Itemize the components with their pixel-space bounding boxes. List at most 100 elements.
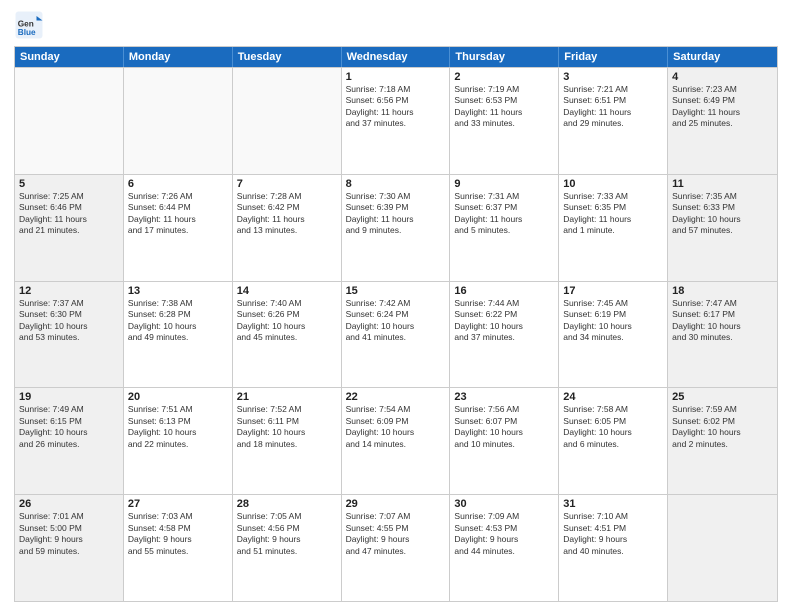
calendar-header-row: SundayMondayTuesdayWednesdayThursdayFrid…	[15, 47, 777, 67]
cal-cell: 11Sunrise: 7:35 AMSunset: 6:33 PMDayligh…	[668, 175, 777, 281]
cal-cell: 14Sunrise: 7:40 AMSunset: 6:26 PMDayligh…	[233, 282, 342, 388]
cell-line: Daylight: 10 hours	[128, 427, 228, 438]
cell-line: Sunset: 6:15 PM	[19, 416, 119, 427]
day-number: 26	[19, 498, 119, 510]
cal-cell	[124, 68, 233, 174]
cal-cell: 25Sunrise: 7:59 AMSunset: 6:02 PMDayligh…	[668, 388, 777, 494]
cell-line: Daylight: 9 hours	[128, 534, 228, 545]
cal-cell: 10Sunrise: 7:33 AMSunset: 6:35 PMDayligh…	[559, 175, 668, 281]
cell-line: Daylight: 10 hours	[346, 427, 446, 438]
cell-line: Sunset: 6:56 PM	[346, 95, 446, 106]
day-number: 4	[672, 71, 773, 83]
logo-icon: Gen Blue	[14, 10, 44, 40]
cell-line: Daylight: 11 hours	[563, 214, 663, 225]
cell-line: and 2 minutes.	[672, 439, 773, 450]
day-number: 15	[346, 285, 446, 297]
cell-line: and 40 minutes.	[563, 546, 663, 557]
day-number: 18	[672, 285, 773, 297]
day-number: 28	[237, 498, 337, 510]
cell-line: and 14 minutes.	[346, 439, 446, 450]
cell-line: Sunset: 6:42 PM	[237, 202, 337, 213]
day-number: 12	[19, 285, 119, 297]
cell-line: Sunrise: 7:51 AM	[128, 404, 228, 415]
cal-cell: 20Sunrise: 7:51 AMSunset: 6:13 PMDayligh…	[124, 388, 233, 494]
cal-header-tuesday: Tuesday	[233, 47, 342, 67]
cal-cell: 27Sunrise: 7:03 AMSunset: 4:58 PMDayligh…	[124, 495, 233, 601]
cell-line: and 34 minutes.	[563, 332, 663, 343]
cell-line: Sunrise: 7:09 AM	[454, 511, 554, 522]
cell-line: Sunrise: 7:07 AM	[346, 511, 446, 522]
cell-line: and 33 minutes.	[454, 118, 554, 129]
cell-line: Sunset: 4:58 PM	[128, 523, 228, 534]
cal-cell: 2Sunrise: 7:19 AMSunset: 6:53 PMDaylight…	[450, 68, 559, 174]
cell-line: Daylight: 11 hours	[672, 107, 773, 118]
cell-line: Sunrise: 7:54 AM	[346, 404, 446, 415]
cell-line: Daylight: 10 hours	[563, 427, 663, 438]
cell-line: Sunrise: 7:10 AM	[563, 511, 663, 522]
cell-line: and 55 minutes.	[128, 546, 228, 557]
cell-line: Sunset: 6:02 PM	[672, 416, 773, 427]
cell-line: Sunset: 6:05 PM	[563, 416, 663, 427]
cell-line: Daylight: 9 hours	[19, 534, 119, 545]
cell-line: and 51 minutes.	[237, 546, 337, 557]
cal-cell: 18Sunrise: 7:47 AMSunset: 6:17 PMDayligh…	[668, 282, 777, 388]
cell-line: Daylight: 9 hours	[563, 534, 663, 545]
cell-line: Daylight: 10 hours	[346, 321, 446, 332]
cal-cell: 24Sunrise: 7:58 AMSunset: 6:05 PMDayligh…	[559, 388, 668, 494]
day-number: 17	[563, 285, 663, 297]
cell-line: Sunset: 6:19 PM	[563, 309, 663, 320]
cell-line: Sunset: 6:37 PM	[454, 202, 554, 213]
cell-line: Daylight: 10 hours	[563, 321, 663, 332]
cell-line: and 9 minutes.	[346, 225, 446, 236]
cal-header-thursday: Thursday	[450, 47, 559, 67]
cell-line: Sunset: 4:51 PM	[563, 523, 663, 534]
cell-line: Daylight: 11 hours	[237, 214, 337, 225]
cal-cell: 5Sunrise: 7:25 AMSunset: 6:46 PMDaylight…	[15, 175, 124, 281]
cal-header-monday: Monday	[124, 47, 233, 67]
cell-line: Sunrise: 7:26 AM	[128, 191, 228, 202]
cell-line: Sunrise: 7:33 AM	[563, 191, 663, 202]
cell-line: Sunset: 4:56 PM	[237, 523, 337, 534]
cell-line: and 45 minutes.	[237, 332, 337, 343]
cal-cell: 26Sunrise: 7:01 AMSunset: 5:00 PMDayligh…	[15, 495, 124, 601]
day-number: 11	[672, 178, 773, 190]
cell-line: Sunset: 6:26 PM	[237, 309, 337, 320]
cell-line: Sunset: 6:30 PM	[19, 309, 119, 320]
cell-line: Sunrise: 7:52 AM	[237, 404, 337, 415]
day-number: 1	[346, 71, 446, 83]
cal-header-friday: Friday	[559, 47, 668, 67]
cal-cell: 30Sunrise: 7:09 AMSunset: 4:53 PMDayligh…	[450, 495, 559, 601]
cell-line: Sunrise: 7:35 AM	[672, 191, 773, 202]
day-number: 8	[346, 178, 446, 190]
cell-line: and 37 minutes.	[454, 332, 554, 343]
cal-cell: 3Sunrise: 7:21 AMSunset: 6:51 PMDaylight…	[559, 68, 668, 174]
cell-line: and 37 minutes.	[346, 118, 446, 129]
cell-line: Daylight: 10 hours	[672, 214, 773, 225]
cell-line: Sunrise: 7:49 AM	[19, 404, 119, 415]
cal-row-1: 5Sunrise: 7:25 AMSunset: 6:46 PMDaylight…	[15, 174, 777, 281]
cell-line: Daylight: 10 hours	[237, 427, 337, 438]
cell-line: Sunset: 4:53 PM	[454, 523, 554, 534]
cell-line: Sunset: 6:22 PM	[454, 309, 554, 320]
cal-cell: 8Sunrise: 7:30 AMSunset: 6:39 PMDaylight…	[342, 175, 451, 281]
cell-line: and 17 minutes.	[128, 225, 228, 236]
cell-line: and 30 minutes.	[672, 332, 773, 343]
cal-cell: 12Sunrise: 7:37 AMSunset: 6:30 PMDayligh…	[15, 282, 124, 388]
cell-line: and 53 minutes.	[19, 332, 119, 343]
cell-line: Daylight: 10 hours	[19, 427, 119, 438]
cell-line: and 47 minutes.	[346, 546, 446, 557]
cal-cell: 29Sunrise: 7:07 AMSunset: 4:55 PMDayligh…	[342, 495, 451, 601]
cell-line: Daylight: 10 hours	[237, 321, 337, 332]
day-number: 23	[454, 391, 554, 403]
cell-line: Daylight: 10 hours	[454, 427, 554, 438]
cell-line: and 1 minute.	[563, 225, 663, 236]
cal-row-3: 19Sunrise: 7:49 AMSunset: 6:15 PMDayligh…	[15, 387, 777, 494]
page: Gen Blue SundayMondayTuesdayWednesdayThu…	[0, 0, 792, 612]
cal-cell	[15, 68, 124, 174]
cell-line: Sunrise: 7:38 AM	[128, 298, 228, 309]
cell-line: and 57 minutes.	[672, 225, 773, 236]
cell-line: Sunset: 6:17 PM	[672, 309, 773, 320]
cal-cell: 9Sunrise: 7:31 AMSunset: 6:37 PMDaylight…	[450, 175, 559, 281]
calendar-body: 1Sunrise: 7:18 AMSunset: 6:56 PMDaylight…	[15, 67, 777, 601]
cal-cell: 16Sunrise: 7:44 AMSunset: 6:22 PMDayligh…	[450, 282, 559, 388]
